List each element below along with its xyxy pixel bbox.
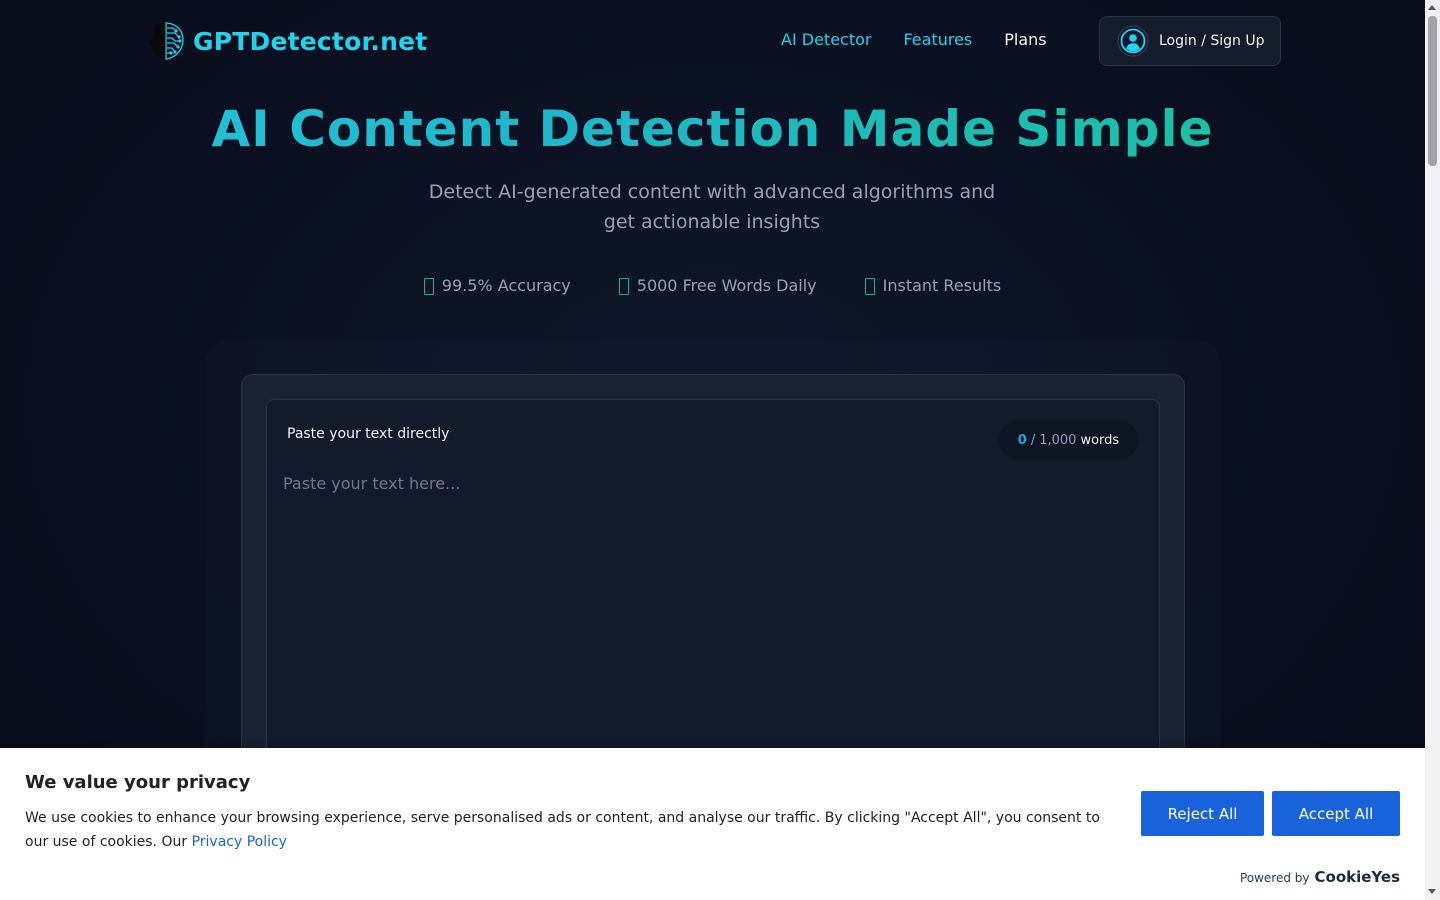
nav-features[interactable]: Features <box>903 28 972 52</box>
feature-label: 5000 Free Words Daily <box>636 276 817 295</box>
powered-by-label: Powered by <box>1239 871 1310 885</box>
feature-label: 99.5% Accuracy <box>441 276 571 295</box>
logo-link[interactable]: GPTDetector.net <box>145 20 427 62</box>
scroll-thumb[interactable] <box>1428 16 1437 166</box>
word-count-badge: 0 / 1,000 words <box>998 421 1139 459</box>
nav-plans[interactable]: Plans <box>1004 28 1046 52</box>
scroll-up-arrow-icon[interactable] <box>1428 5 1436 10</box>
hero-subtitle: Detect AI-generated content with advance… <box>428 181 996 233</box>
bolt-icon <box>864 277 875 295</box>
logo-text: GPTDetector.net <box>193 26 428 56</box>
page-viewport: GPTDetector.net AI Detector Features Pla… <box>0 0 1425 900</box>
cookie-body-text: We use cookies to enhance your browsing … <box>25 810 1100 850</box>
nav-ai-detector[interactable]: AI Detector <box>781 28 871 52</box>
word-count-unit: words <box>1080 432 1120 448</box>
brain-head-logo-icon <box>148 22 184 60</box>
page-scrollbar[interactable] <box>1425 0 1440 900</box>
cookie-title: We value your privacy <box>25 772 251 793</box>
privacy-policy-link[interactable]: Privacy Policy <box>192 834 287 850</box>
word-count-current: 0 <box>1017 432 1027 448</box>
site-header: GPTDetector.net AI Detector Features Pla… <box>0 0 1425 80</box>
powered-by: Powered by CookieYes <box>1240 868 1400 886</box>
feature-free-words: 5000 Free Words Daily <box>618 274 817 298</box>
login-signup-button[interactable]: Login / Sign Up <box>1099 16 1281 66</box>
scroll-down-arrow-icon[interactable] <box>1428 889 1436 894</box>
feature-accuracy: 99.5% Accuracy <box>423 274 571 298</box>
feature-list: 99.5% Accuracy 5000 Free Words Daily Ins… <box>0 274 1425 298</box>
cookie-text: We use cookies to enhance your browsing … <box>25 806 1115 854</box>
hero-title: AI Content Detection Made Simple <box>0 98 1425 160</box>
user-avatar-icon <box>1117 25 1149 57</box>
gift-icon <box>618 277 629 295</box>
main-nav: AI Detector Features Plans <box>781 28 1047 52</box>
text-input[interactable] <box>283 474 1143 734</box>
cookie-banner: We value your privacy We use cookies to … <box>0 748 1425 900</box>
word-count-max: 1,000 <box>1039 432 1077 448</box>
reject-all-button[interactable]: Reject All <box>1141 791 1264 836</box>
cookieyes-logo: CookieYes <box>1314 868 1401 886</box>
word-count-separator: / <box>1030 432 1036 448</box>
check-icon <box>423 277 434 295</box>
accept-all-button[interactable]: Accept All <box>1272 791 1400 836</box>
editor-label: Paste your text directly <box>287 426 450 442</box>
feature-instant-results: Instant Results <box>864 274 1002 298</box>
login-signup-label: Login / Sign Up <box>1159 33 1265 49</box>
feature-label: Instant Results <box>882 276 1002 295</box>
